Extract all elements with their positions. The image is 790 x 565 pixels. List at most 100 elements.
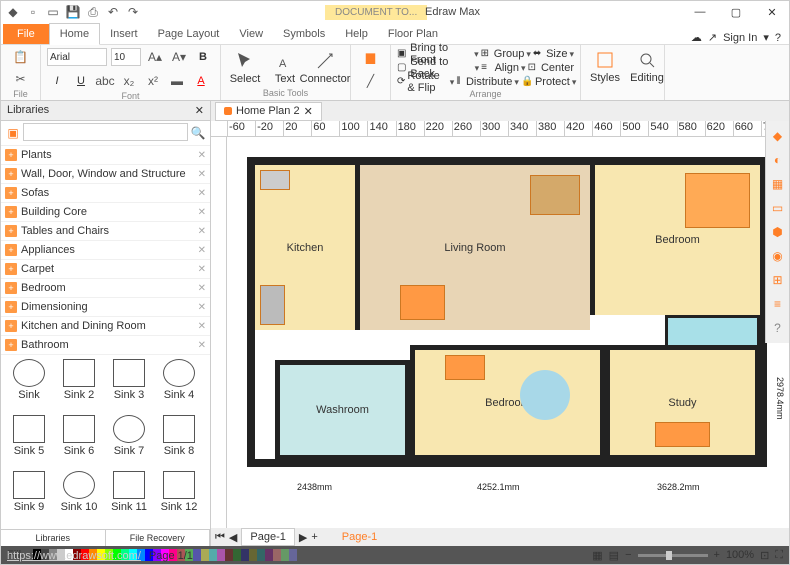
shape-item[interactable]: Sink 2 (55, 359, 103, 413)
category-item[interactable]: +Building Core✕ (1, 203, 210, 222)
category-item[interactable]: +Plants✕ (1, 146, 210, 165)
tool-7-icon[interactable]: ⊞ (769, 271, 787, 289)
new-icon[interactable]: ▫ (25, 4, 41, 20)
close-button[interactable]: ✕ (759, 4, 785, 20)
search-icon[interactable]: 🔍 (188, 123, 208, 143)
color-swatch[interactable] (233, 549, 241, 561)
bed-2[interactable] (445, 355, 485, 380)
dining-table[interactable] (400, 285, 445, 320)
category-item[interactable]: +Carpet✕ (1, 260, 210, 279)
tool-3-icon[interactable]: ▦ (769, 175, 787, 193)
nav-prev-icon[interactable]: ◀ (229, 531, 237, 544)
nav-first-icon[interactable]: ⏮ (215, 531, 225, 544)
menu-insert[interactable]: Insert (100, 24, 148, 44)
editing-button[interactable]: Editing (629, 47, 665, 87)
category-item[interactable]: +Sofas✕ (1, 184, 210, 203)
shape-item[interactable]: Sink 7 (105, 415, 153, 469)
page-tab-1[interactable]: Page-1 (241, 528, 294, 546)
status-url[interactable]: https://www.edrawsoft.com/ (7, 550, 141, 562)
tool-6-icon[interactable]: ◉ (769, 247, 787, 265)
tool-4-icon[interactable]: ▭ (769, 199, 787, 217)
color-swatch[interactable] (265, 549, 273, 561)
sofa[interactable] (530, 175, 580, 215)
text-tool[interactable]: AText (267, 48, 303, 88)
round-rug[interactable] (520, 370, 570, 420)
styles-button[interactable]: Styles (587, 47, 623, 87)
tool-1-icon[interactable]: ◆ (769, 127, 787, 145)
room-study[interactable]: Study (605, 345, 760, 460)
shape-item[interactable]: Sink 5 (5, 415, 53, 469)
category-item[interactable]: +Dimensioning✕ (1, 298, 210, 317)
shape-item[interactable]: Sink 3 (105, 359, 153, 413)
tool-help-icon[interactable]: ? (769, 319, 787, 337)
fullscreen-icon[interactable]: ⛶ (775, 549, 783, 562)
maximize-button[interactable]: ▢ (723, 4, 749, 20)
color-swatch[interactable] (289, 549, 297, 561)
stove[interactable] (260, 285, 285, 325)
page-indicator[interactable]: Page-1 (342, 531, 377, 543)
app-icon[interactable]: ◆ (5, 4, 21, 20)
print-icon[interactable]: ⎙ (85, 4, 101, 20)
shape-item[interactable]: Sink 6 (55, 415, 103, 469)
color-swatch[interactable] (217, 549, 225, 561)
minimize-button[interactable]: — (687, 4, 713, 20)
tool-8-icon[interactable]: ≡ (769, 295, 787, 313)
save-icon[interactable]: 💾 (65, 4, 81, 20)
drawing-canvas[interactable]: Kitchen Living Room Bedroom Washroom Bed… (227, 137, 789, 528)
paste-icon[interactable]: 📋 (11, 47, 31, 67)
color-swatch[interactable] (193, 549, 201, 561)
doc-tab-home-plan[interactable]: Home Plan 2✕ (215, 102, 322, 121)
layout-icon-1[interactable]: ▦ (592, 549, 602, 562)
tab-close-icon[interactable]: ✕ (304, 105, 313, 118)
decrease-font-icon[interactable]: A▾ (169, 47, 189, 67)
connector-tool[interactable]: Connector (307, 48, 343, 88)
tab-file-recovery[interactable]: File Recovery (106, 530, 211, 546)
shape-item[interactable]: Sink 12 (155, 471, 203, 525)
select-tool[interactable]: Select (227, 48, 263, 88)
layout-icon-2[interactable]: ▤ (609, 549, 619, 562)
cut-icon[interactable]: ✂ (11, 69, 31, 89)
menu-view[interactable]: View (229, 24, 273, 44)
add-page-icon[interactable]: + (311, 531, 317, 543)
category-item[interactable]: +Kitchen and Dining Room✕ (1, 317, 210, 336)
protect-icon[interactable]: 🔒 (521, 76, 533, 88)
zoom-slider[interactable] (638, 554, 708, 557)
line-icon[interactable]: ╱ (361, 71, 381, 91)
desk[interactable] (655, 422, 710, 447)
font-color-icon[interactable]: A (191, 71, 211, 91)
tab-libraries[interactable]: Libraries (1, 530, 106, 546)
library-icon[interactable]: ▣ (3, 123, 23, 143)
share-icon[interactable]: ↗ (708, 31, 717, 44)
bold-button[interactable]: B (193, 47, 213, 67)
sign-in-link[interactable]: Sign In (723, 32, 757, 44)
menu-page-layout[interactable]: Page Layout (148, 24, 230, 44)
underline-button[interactable]: U (71, 71, 91, 91)
open-icon[interactable]: ▭ (45, 4, 61, 20)
menu-help[interactable]: Help (335, 24, 378, 44)
color-swatch[interactable] (273, 549, 281, 561)
menu-home[interactable]: Home (49, 23, 100, 45)
highlight-icon[interactable]: ▬ (167, 71, 187, 91)
help-icon[interactable]: ? (775, 32, 781, 44)
tool-2-icon[interactable]: ◐ (769, 151, 787, 169)
room-bedroom-1[interactable]: Bedroom (590, 165, 760, 315)
menu-symbols[interactable]: Symbols (273, 24, 335, 44)
color-swatch[interactable] (281, 549, 289, 561)
font-family-select[interactable] (47, 48, 107, 66)
sidebar-close-icon[interactable]: ✕ (195, 104, 204, 117)
fill-color-icon[interactable]: ▆ (361, 47, 381, 67)
dropdown-icon[interactable]: ▾ (763, 31, 769, 44)
menu-file[interactable]: File (3, 24, 49, 44)
category-item[interactable]: +Wall, Door, Window and Structure✕ (1, 165, 210, 184)
redo-icon[interactable]: ↷ (125, 4, 141, 20)
category-item[interactable]: +Appliances✕ (1, 241, 210, 260)
rotate-icon[interactable]: ⟳ (397, 76, 405, 88)
category-item[interactable]: +Bedroom✕ (1, 279, 210, 298)
appliance[interactable] (260, 170, 290, 190)
cloud-icon[interactable]: ☁ (691, 31, 702, 44)
room-bedroom-2[interactable]: Bedroom (410, 345, 605, 460)
bring-front-icon[interactable]: ▣ (397, 48, 408, 60)
zoom-in-icon[interactable]: + (714, 549, 720, 561)
color-swatch[interactable] (225, 549, 233, 561)
subscript-button[interactable]: x₂ (119, 71, 139, 91)
